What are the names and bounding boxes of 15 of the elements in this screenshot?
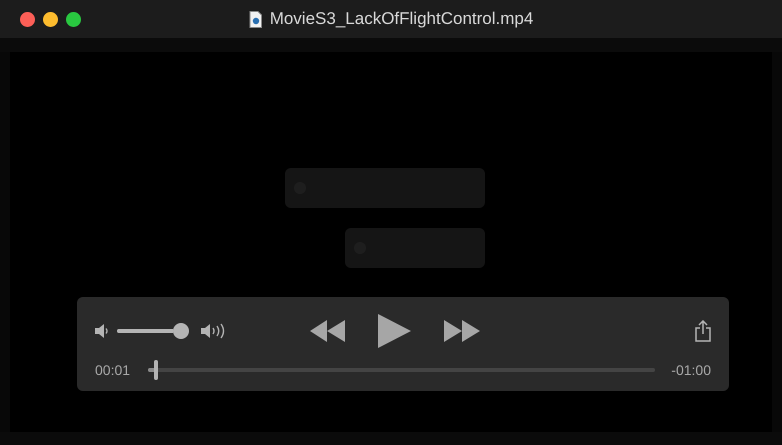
volume-slider-fill bbox=[117, 329, 173, 333]
window-title: MovieS3_LackOfFlightControl.mp4 bbox=[270, 8, 534, 30]
share-button[interactable] bbox=[695, 320, 711, 342]
volume-slider-thumb[interactable] bbox=[173, 323, 189, 339]
play-button[interactable] bbox=[378, 314, 412, 348]
elapsed-time: 00:01 bbox=[95, 360, 130, 380]
remaining-time: -01:00 bbox=[671, 360, 711, 380]
movie-file-icon bbox=[248, 10, 262, 28]
volume-low-icon[interactable] bbox=[95, 323, 109, 339]
fast-forward-button[interactable] bbox=[444, 320, 480, 342]
minimize-button[interactable] bbox=[43, 12, 58, 27]
rewind-button[interactable] bbox=[310, 320, 346, 342]
close-button[interactable] bbox=[20, 12, 35, 27]
zoom-button[interactable] bbox=[66, 12, 81, 27]
playhead[interactable] bbox=[154, 360, 158, 380]
